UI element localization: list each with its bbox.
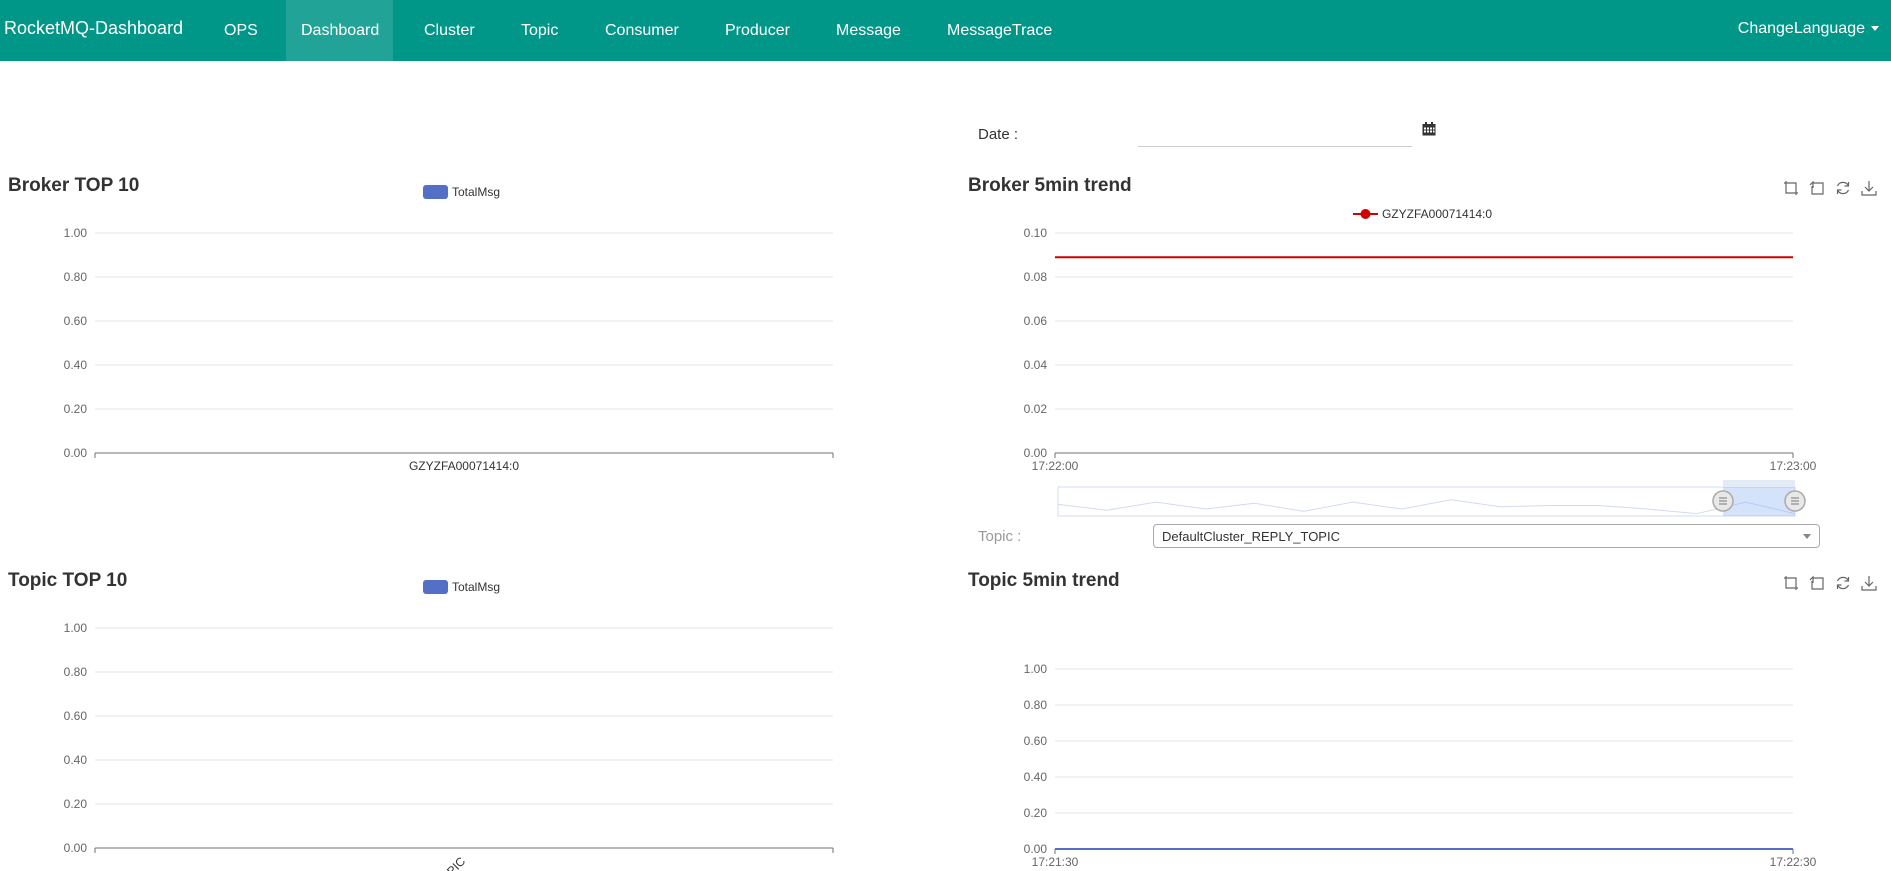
datazoom-track — [1057, 486, 1796, 517]
brand-logo[interactable]: RocketMQ-Dashboard — [4, 18, 183, 39]
y-tick-label: 0.80 — [64, 665, 88, 679]
date-label: Date : — [978, 126, 1019, 143]
y-tick-label: 0.40 — [64, 358, 88, 372]
y-tick-label: 0.00 — [1024, 842, 1048, 856]
y-tick-label: 1.00 — [1024, 662, 1048, 676]
x-tick-label: 17:23:00 — [1770, 459, 1817, 473]
y-tick-label: 0.80 — [1024, 698, 1048, 712]
datazoom-mover — [1723, 480, 1795, 487]
download-icon[interactable] — [1861, 180, 1877, 196]
y-tick-label: 1.00 — [64, 226, 88, 240]
y-tick-label: 0.04 — [1024, 358, 1048, 372]
nav-producer[interactable]: Producer — [725, 22, 790, 40]
y-tick-label: 0.60 — [1024, 734, 1048, 748]
datazoom-selection — [1723, 487, 1795, 516]
x-tick-label: PIC — [444, 854, 468, 871]
change-language-label: ChangeLanguage — [1737, 20, 1865, 37]
y-tick-label: 0.80 — [64, 270, 88, 284]
datazoom-shadow — [1057, 499, 1796, 515]
y-tick-label: 0.10 — [1024, 226, 1048, 240]
y-tick-label: 0.20 — [1024, 806, 1048, 820]
y-tick-label: 1.00 — [64, 621, 88, 635]
legend-label: TotalMsg — [452, 185, 500, 199]
nav-messagetrace[interactable]: MessageTrace — [947, 22, 1052, 40]
x-tick-label: GZYZFA00071414:0 — [409, 459, 519, 473]
top-navbar: RocketMQ-Dashboard OPS Dashboard Cluster… — [0, 0, 1891, 61]
y-tick-label: 0.20 — [64, 402, 88, 416]
y-tick-label: 0.06 — [1024, 314, 1048, 328]
x-tick-label: 17:22:00 — [1032, 459, 1079, 473]
broker-top10-chart: 0.00 0.20 0.40 0.60 0.80 1.00 TotalMsg GZYZFA00… — [64, 185, 834, 473]
legend-swatch — [423, 580, 448, 594]
legend-label: GZYZFA00071414:0 — [1382, 207, 1492, 221]
legend-marker — [1360, 209, 1371, 219]
topic-trend-chart: 0.00 0.20 0.40 0.60 0.80 1.00 17:21:30 17:22:30 — [1024, 662, 1817, 869]
calendar-icon[interactable] — [1422, 122, 1436, 136]
topic-label: Topic : — [978, 528, 1022, 545]
broker-trend-chart: 0.00 0.02 0.04 0.06 0.08 0.10 17:22:00 17:23:00… — [1024, 207, 1817, 517]
download-icon[interactable] — [1861, 575, 1877, 591]
y-tick-label: 0.00 — [64, 446, 88, 460]
y-tick-label: 0.60 — [64, 709, 88, 723]
y-tick-label: 0.20 — [64, 797, 88, 811]
legend-label: TotalMsg — [452, 580, 500, 594]
caret-down-icon — [1871, 26, 1879, 32]
nav-consumer[interactable]: Consumer — [605, 22, 679, 40]
x-tick-label: 17:22:30 — [1770, 855, 1817, 869]
x-tick-label: 17:21:30 — [1032, 855, 1079, 869]
nav-message[interactable]: Message — [836, 22, 901, 40]
legend-swatch — [423, 185, 448, 199]
nav-cluster[interactable]: Cluster — [424, 22, 475, 40]
topic-top10-chart: 0.00 0.20 0.40 0.60 0.80 1.00 TotalMsg PIC — [64, 580, 834, 871]
y-tick-label: 0.40 — [64, 753, 88, 767]
change-language-dropdown[interactable]: ChangeLanguage — [1738, 20, 1879, 38]
y-tick-label: 0.40 — [1024, 770, 1048, 784]
topic-select-value: DefaultCluster_REPLY_TOPIC — [1162, 529, 1340, 544]
chevron-down-icon — [1803, 534, 1811, 539]
date-input[interactable] — [1138, 116, 1412, 147]
nav-ops[interactable]: OPS — [224, 22, 258, 40]
nav-dashboard[interactable]: Dashboard — [301, 22, 379, 40]
topic-select[interactable]: DefaultCluster_REPLY_TOPIC — [1153, 524, 1820, 548]
nav-topic[interactable]: Topic — [521, 22, 558, 40]
y-tick-label: 0.02 — [1024, 402, 1048, 416]
y-tick-label: 0.08 — [1024, 270, 1048, 284]
y-tick-label: 0.60 — [64, 314, 88, 328]
y-tick-label: 0.00 — [64, 841, 88, 855]
y-tick-label: 0.00 — [1024, 446, 1048, 460]
